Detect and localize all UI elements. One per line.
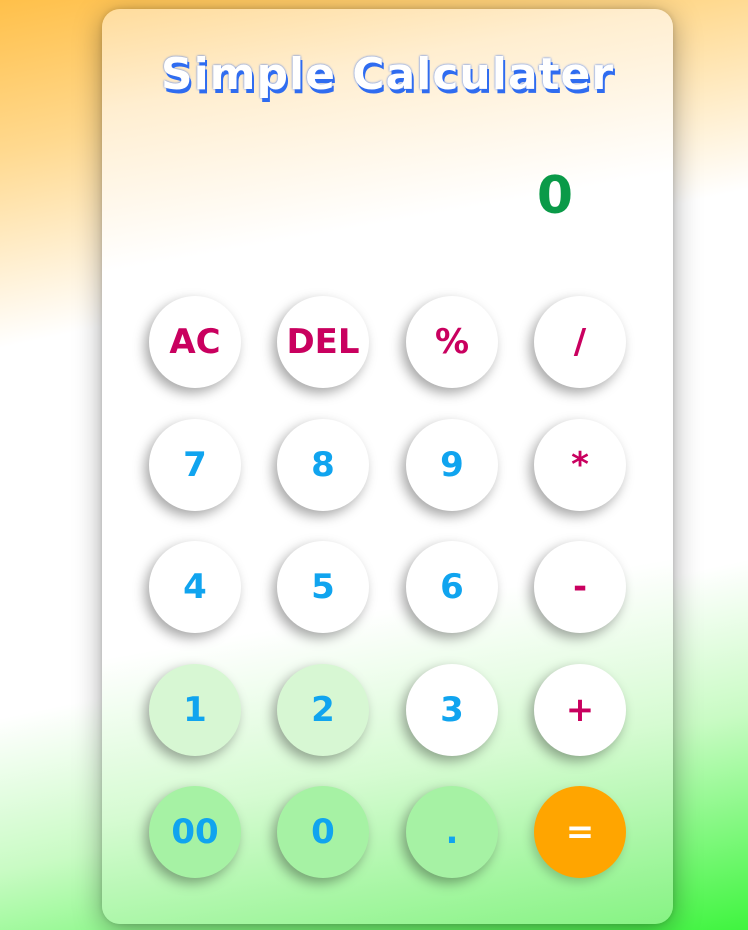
digit-5-button[interactable]: 5 bbox=[277, 541, 369, 633]
digit-6-button[interactable]: 6 bbox=[406, 541, 498, 633]
digit-4-button[interactable]: 4 bbox=[149, 541, 241, 633]
digit-1-button[interactable]: 1 bbox=[149, 664, 241, 756]
delete-button[interactable]: DEL bbox=[277, 296, 369, 388]
digit-0-button[interactable]: 0 bbox=[277, 786, 369, 878]
minus-button[interactable]: - bbox=[534, 541, 626, 633]
digit-8-button[interactable]: 8 bbox=[277, 419, 369, 511]
app-title: Simple Calculater bbox=[160, 49, 615, 100]
decimal-point-button[interactable]: . bbox=[406, 786, 498, 878]
plus-button[interactable]: + bbox=[534, 664, 626, 756]
digit-7-button[interactable]: 7 bbox=[149, 419, 241, 511]
multiply-button[interactable]: * bbox=[534, 419, 626, 511]
double-zero-button[interactable]: 00 bbox=[149, 786, 241, 878]
result-display: 0 bbox=[536, 166, 573, 226]
equals-button[interactable]: = bbox=[534, 786, 626, 878]
calculator-panel: Simple Calculater 0 AC DEL % / 7 8 9 * 4… bbox=[102, 9, 673, 924]
digit-2-button[interactable]: 2 bbox=[277, 664, 369, 756]
digit-3-button[interactable]: 3 bbox=[406, 664, 498, 756]
divide-button[interactable]: / bbox=[534, 296, 626, 388]
clear-all-button[interactable]: AC bbox=[149, 296, 241, 388]
percent-button[interactable]: % bbox=[406, 296, 498, 388]
digit-9-button[interactable]: 9 bbox=[406, 419, 498, 511]
